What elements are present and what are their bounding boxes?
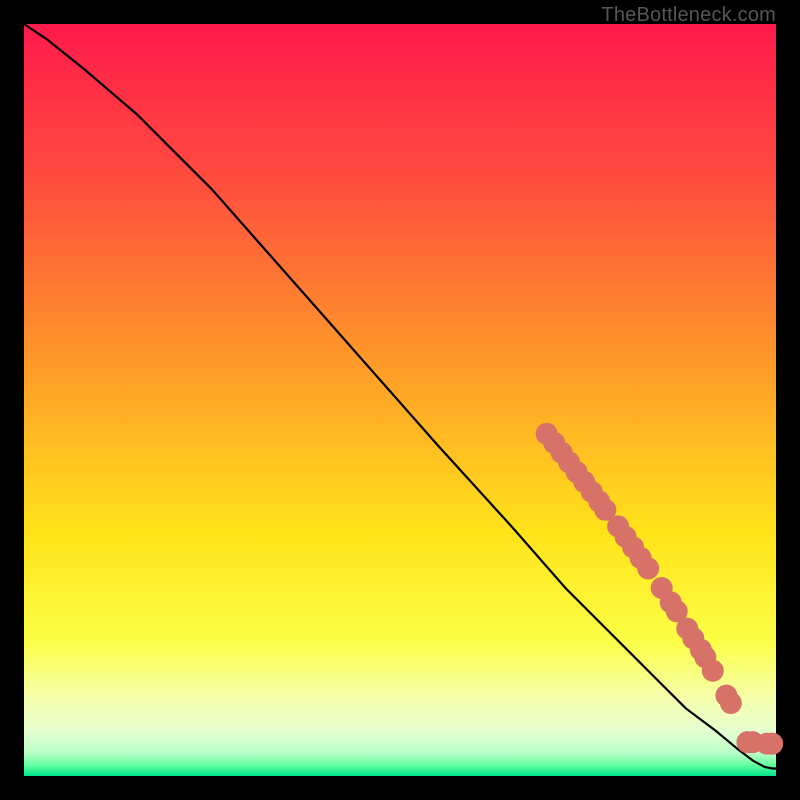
scatter-point <box>637 557 659 579</box>
chart-overlay-svg <box>24 24 776 776</box>
curve-line <box>24 24 776 768</box>
scatter-group <box>536 423 784 755</box>
scatter-point <box>702 660 724 682</box>
scatter-point <box>720 692 742 714</box>
scatter-point <box>761 733 783 755</box>
chart-container: TheBottleneck.com <box>0 0 800 800</box>
